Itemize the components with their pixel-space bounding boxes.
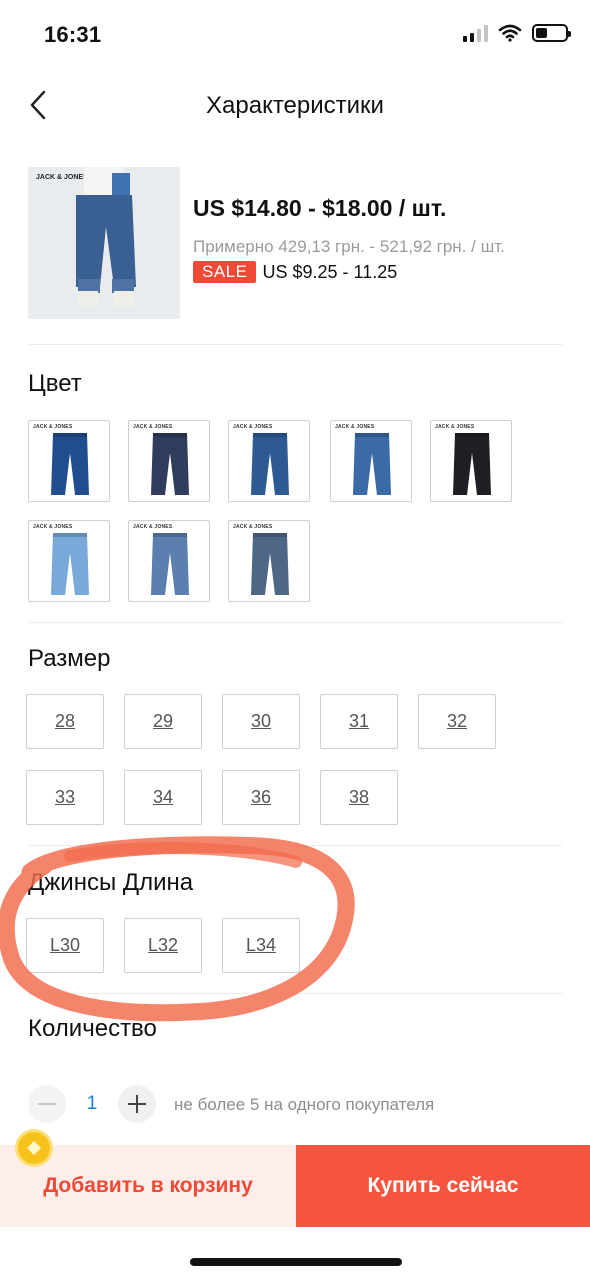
size-chip[interactable]: 34 — [124, 770, 202, 825]
jeans-image — [453, 433, 491, 495]
quantity-section-title: Количество — [28, 1015, 157, 1042]
size-chip[interactable]: 33 — [26, 770, 104, 825]
size-chip[interactable]: 31 — [320, 694, 398, 749]
quantity-value[interactable]: 1 — [80, 1093, 104, 1115]
jeans-image — [151, 533, 189, 595]
product-image-brand: JACK & JONES — [36, 174, 88, 181]
color-swatch[interactable]: JACK & JONES — [28, 520, 110, 602]
buy-now-button[interactable]: Купить сейчас — [296, 1145, 590, 1227]
jeans-image — [151, 433, 189, 495]
wifi-icon — [498, 24, 522, 42]
color-swatch[interactable]: JACK & JONES — [28, 420, 110, 502]
sale-price: US $9.25 - 11.25 — [262, 261, 398, 282]
nav-bar: Характеристики — [0, 70, 590, 140]
length-chip[interactable]: L30 — [26, 918, 104, 973]
product-image: JACK & JONES — [28, 167, 180, 319]
jeans-image — [251, 533, 289, 595]
divider — [28, 993, 562, 994]
length-chip[interactable]: L32 — [124, 918, 202, 973]
sale-badge: SALE — [193, 261, 257, 283]
divider — [28, 622, 562, 623]
color-swatch[interactable]: JACK & JONES — [228, 420, 310, 502]
size-chip[interactable]: 38 — [320, 770, 398, 825]
size-chip[interactable]: 28 — [26, 694, 104, 749]
divider — [28, 845, 562, 846]
length-chip[interactable]: L34 — [222, 918, 300, 973]
price-usd: US $14.80 - $18.00 / шт. — [193, 195, 447, 221]
length-section-title: Джинсы Длина — [28, 869, 194, 896]
size-section-title: Размер — [28, 645, 111, 672]
home-indicator — [190, 1258, 402, 1266]
color-swatch[interactable]: JACK & JONES — [330, 420, 412, 502]
price-uah: Примерно 429,13 грн. - 521,92 грн. / шт. — [193, 237, 505, 256]
status-bar: 16:31 — [0, 0, 590, 70]
color-swatch[interactable]: JACK & JONES — [128, 420, 210, 502]
status-time: 16:31 — [44, 22, 102, 47]
size-chip[interactable]: 30 — [222, 694, 300, 749]
quantity-decrease-button[interactable] — [28, 1085, 66, 1123]
size-chip[interactable]: 29 — [124, 694, 202, 749]
jeans-image — [353, 433, 391, 495]
color-swatch[interactable]: JACK & JONES — [128, 520, 210, 602]
quantity-increase-button[interactable] — [118, 1085, 156, 1123]
color-swatch[interactable]: JACK & JONES — [430, 420, 512, 502]
jeans-image — [51, 533, 89, 595]
page-title: Характеристики — [206, 92, 384, 119]
jeans-image — [251, 433, 289, 495]
size-chip[interactable]: 36 — [222, 770, 300, 825]
size-chip[interactable]: 32 — [418, 694, 496, 749]
jeans-image — [51, 433, 89, 495]
color-swatch[interactable]: JACK & JONES — [228, 520, 310, 602]
bottom-action-bar: Добавить в корзину Купить сейчас — [0, 1145, 590, 1227]
quantity-limit-note: не более 5 на одного покупателя — [174, 1095, 435, 1114]
battery-icon — [532, 24, 571, 42]
coin-icon[interactable] — [18, 1132, 50, 1164]
sale-row: SALE US $9.25 - 11.25 — [193, 261, 397, 283]
color-section-title: Цвет — [28, 370, 82, 397]
status-icons — [463, 24, 571, 42]
cellular-signal-icon — [463, 24, 488, 42]
product-summary: JACK & JONES US $14.80 - $18.00 / шт. Пр… — [28, 165, 562, 345]
